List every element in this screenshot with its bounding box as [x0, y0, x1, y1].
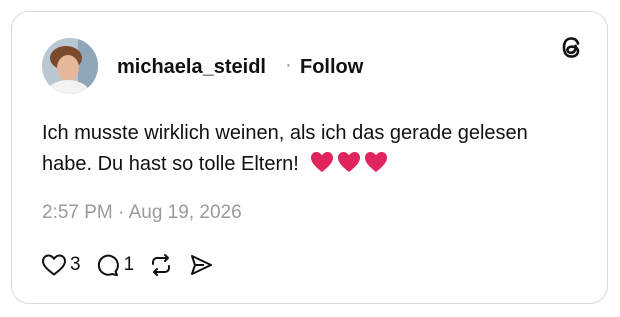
share-icon — [191, 255, 213, 275]
timestamp[interactable]: 2:57 PM · Aug 19, 2026 — [42, 202, 242, 224]
separator-dot: · — [285, 54, 292, 76]
like-count: 3 — [70, 254, 81, 275]
username[interactable]: michaela_steidl — [117, 56, 266, 79]
heart-emoji-group — [310, 151, 388, 183]
avatar[interactable] — [42, 38, 98, 94]
reply-count: 1 — [123, 254, 135, 275]
reply-button[interactable]: 1 — [95, 253, 135, 277]
heart-icon — [41, 254, 67, 276]
repost-icon — [152, 254, 171, 276]
like-button[interactable]: 3 — [41, 253, 81, 277]
post-body: Ich musste wirklich weinen, als ich das … — [42, 122, 528, 175]
threads-logo-icon[interactable] — [555, 30, 589, 64]
share-button[interactable] — [188, 253, 214, 277]
action-bar: 3 1 — [41, 250, 228, 280]
follow-button[interactable]: Follow — [300, 56, 363, 79]
post-text: Ich musste wirklich weinen, als ich das … — [42, 118, 582, 183]
repost-button[interactable] — [148, 253, 174, 277]
comment-icon — [97, 254, 119, 277]
post-card: michaela_steidl · Follow Ich musste wirk… — [11, 11, 608, 304]
